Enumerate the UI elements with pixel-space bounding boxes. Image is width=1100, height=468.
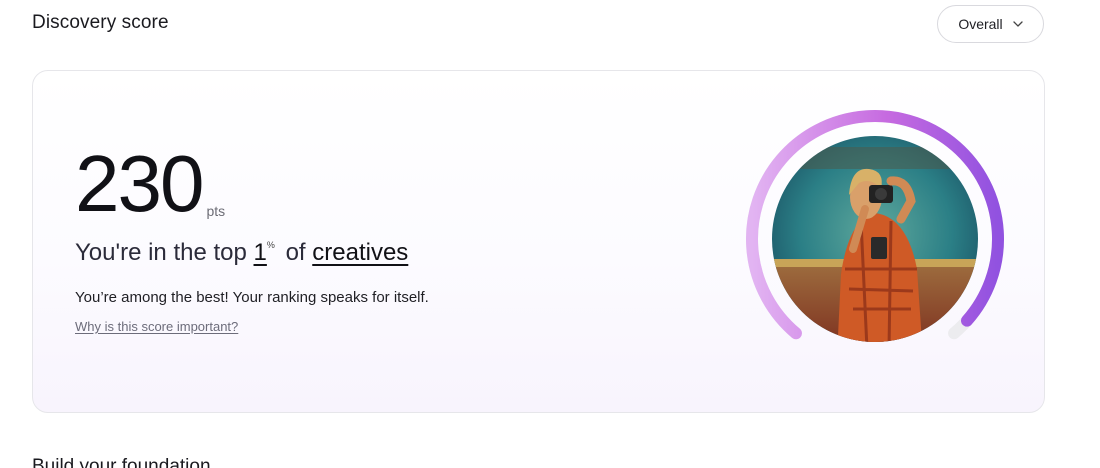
chevron-down-icon [1013,21,1023,27]
rank-unit: % [266,240,275,250]
discovery-score-card: 230 pts You're in the top 1% of creative… [32,70,1045,413]
score-display: 230 pts [75,139,226,228]
score-value: 230 [75,139,204,228]
filter-label: Overall [958,16,1003,32]
score-unit: pts [206,203,226,219]
rank-group-link[interactable]: creatives [312,239,408,266]
score-gauge [746,109,1004,342]
discovery-score-page: Discovery score Overall 230 pts You're i… [0,0,1100,468]
why-score-important-link[interactable]: Why is this score important? [75,319,238,334]
rank-of: of [285,239,306,266]
rank-prefix: You're in the top [75,239,247,266]
section-title: Discovery score [32,12,169,33]
score-description: You’re among the best! Your ranking spea… [75,289,429,306]
rank-statement: You're in the top 1% of creatives [75,239,408,267]
next-section-title: Build your foundation [32,456,211,468]
rank-value: 1 [253,239,267,266]
avatar [772,136,978,342]
overall-filter-dropdown[interactable]: Overall [937,5,1044,43]
